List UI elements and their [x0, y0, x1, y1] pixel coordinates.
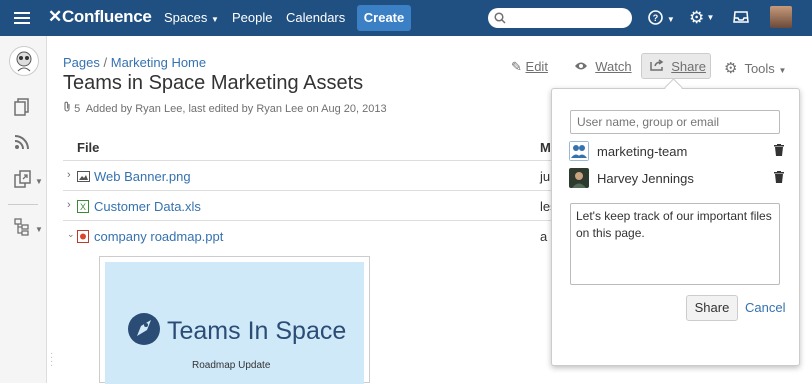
- excel-file-icon: X: [77, 200, 89, 213]
- sidebar-divider: [8, 204, 38, 205]
- create-button[interactable]: Create: [357, 5, 411, 31]
- sidebar-resize-handle[interactable]: · · · ·: [50, 349, 53, 371]
- group-icon: [569, 141, 589, 161]
- settings-gear-icon[interactable]: ⚙ ▼: [689, 8, 714, 28]
- space-sidebar: ▼ ▼: [0, 36, 47, 383]
- ppt-file-icon: [77, 230, 89, 243]
- search-input[interactable]: [488, 8, 632, 28]
- chevron-right-icon[interactable]: ›: [67, 199, 71, 211]
- eye-icon: [574, 59, 592, 74]
- user-avatar-icon: [569, 168, 589, 188]
- preview-title: Teams In Space: [167, 317, 347, 345]
- file-comment: ju: [540, 169, 551, 184]
- user-avatar[interactable]: [770, 6, 792, 28]
- preview-subtitle: Roadmap Update: [192, 360, 271, 371]
- share-dialog: marketing-team Harvey Jennings Let's kee…: [551, 88, 800, 366]
- chevron-right-icon[interactable]: ›: [67, 169, 71, 181]
- chevron-down-icon[interactable]: ▼: [35, 225, 43, 234]
- column-header-file: File: [77, 140, 100, 155]
- paperclip-icon[interactable]: [63, 101, 74, 115]
- share-cancel-link[interactable]: Cancel: [745, 300, 785, 315]
- tools-menu[interactable]: ⚙ Tools ▼: [724, 59, 786, 77]
- app-switcher-icon[interactable]: [14, 12, 30, 24]
- pencil-icon: ✎: [511, 59, 522, 74]
- svg-text:X: X: [80, 202, 86, 212]
- table-divider: [63, 160, 553, 161]
- nav-calendars[interactable]: Calendars: [286, 10, 345, 25]
- table-divider: [63, 190, 553, 191]
- recipient-name: marketing-team: [597, 144, 688, 159]
- space-avatar[interactable]: [9, 46, 39, 76]
- blog-feed-icon[interactable]: [14, 134, 30, 155]
- share-submit-button[interactable]: Share: [686, 295, 738, 321]
- file-name-link[interactable]: company roadmap.ppt: [94, 229, 223, 244]
- page-title: Teams in Space Marketing Assets: [63, 72, 364, 94]
- recipient-name: Harvey Jennings: [597, 171, 694, 186]
- search-icon: [494, 12, 506, 24]
- preview-slide: Teams In Space Roadmap Update: [105, 262, 364, 384]
- breadcrumb-pages[interactable]: Pages: [63, 55, 100, 70]
- breadcrumb-marketing-home[interactable]: Marketing Home: [111, 55, 206, 70]
- shortcuts-icon[interactable]: [14, 170, 32, 193]
- file-name-link[interactable]: Web Banner.png: [94, 169, 191, 184]
- share-label-wrap[interactable]: Share: [650, 59, 706, 74]
- chevron-down-icon: ▼: [211, 15, 219, 24]
- file-name-link[interactable]: Customer Data.xls: [94, 199, 201, 214]
- page-byline: Added by Ryan Lee, last edited by Ryan L…: [85, 103, 387, 115]
- pages-icon[interactable]: [14, 98, 30, 121]
- attachments-count[interactable]: 5: [74, 103, 80, 115]
- file-comment: a: [540, 229, 548, 244]
- share-recipient-input[interactable]: [570, 110, 780, 134]
- nav-people[interactable]: People: [232, 10, 272, 25]
- notifications-icon[interactable]: [733, 10, 749, 27]
- page-metadata: 5 Added by Ryan Lee, last edited by Ryan…: [63, 101, 387, 115]
- breadcrumb: Pages / Marketing Home: [63, 55, 206, 70]
- table-divider: [63, 220, 553, 221]
- watch-button[interactable]: Watch: [574, 59, 632, 74]
- recipient-row: marketing-team: [569, 141, 784, 163]
- help-icon[interactable]: ? ▼: [648, 10, 675, 28]
- gear-icon: ⚙: [724, 60, 738, 77]
- recipient-row: Harvey Jennings: [569, 168, 784, 190]
- breadcrumb-separator: /: [103, 55, 108, 70]
- share-icon: [650, 59, 668, 74]
- nav-spaces[interactable]: Spaces ▼: [164, 10, 219, 25]
- trash-icon[interactable]: [774, 144, 784, 156]
- page-tree-icon[interactable]: [14, 218, 30, 241]
- chevron-down-icon: ▼: [778, 66, 787, 75]
- edit-button[interactable]: ✎ Edit: [511, 59, 548, 75]
- file-preview[interactable]: Teams In Space Roadmap Update: [99, 256, 370, 384]
- chevron-down-icon[interactable]: ▼: [35, 177, 43, 186]
- top-navigation-bar: ✕Confluence Spaces ▼ People Calendars Cr…: [0, 0, 812, 36]
- confluence-logo[interactable]: ✕Confluence: [48, 7, 152, 27]
- image-file-icon: [77, 171, 90, 182]
- share-message-textarea[interactable]: Let's keep track of our important files …: [570, 203, 780, 285]
- rocket-logo-icon: [128, 313, 160, 345]
- trash-icon[interactable]: [774, 171, 784, 183]
- chevron-down-icon[interactable]: ⌄: [67, 229, 75, 240]
- app-name: Confluence: [61, 7, 152, 26]
- svg-text:?: ?: [653, 13, 659, 23]
- column-header-modified: M: [540, 140, 551, 155]
